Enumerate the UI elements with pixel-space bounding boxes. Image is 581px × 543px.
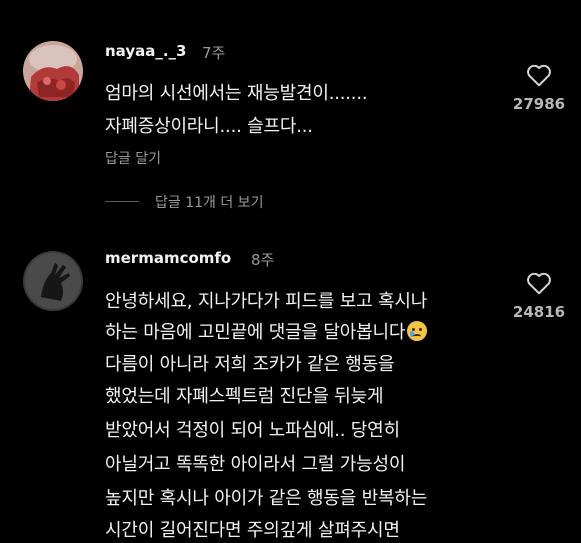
heart-outline-icon (527, 272, 551, 295)
comment-username[interactable]: mermamcomfo (105, 249, 231, 267)
comment-item: mermamcomfo 8주 안녕하세요, 지나가다가 피드를 보고 혹시나 하… (0, 0, 581, 543)
avatar[interactable] (23, 251, 83, 311)
like-button[interactable]: 24816 (509, 271, 569, 321)
comment-text-line: 안녕하세요, 지나가다가 피드를 보고 혹시나 (105, 291, 428, 312)
comment-text-line: 시간이 길어진다면 주의깊게 살펴주시면 (105, 520, 400, 541)
comment-text-line: 다름이 아니라 저희 조카가 같은 행동을 (105, 354, 395, 375)
comment-text-line: 받았어서 걱정이 되어 노파심에.. 당연히 (105, 420, 400, 441)
comment-time: 8주 (251, 251, 275, 269)
comment-text-line: 하는 마음에 고민끝에 댓글을 달아봅니다 (105, 318, 428, 344)
user-avatar-icon (23, 251, 83, 311)
comment-text-line: 아닐거고 똑똑한 아이라서 그럴 가능성이 (105, 454, 406, 475)
comment-text-line: 했었는데 자폐스펙트럼 진단을 뒤늦게 (105, 386, 384, 407)
comment-text-line: 높지만 혹시나 아이가 같은 행동을 반복하는 (105, 488, 428, 509)
like-count: 24816 (512, 303, 566, 321)
comment-text-segment: 하는 마음에 고민끝에 댓글을 달아봅니다 (105, 322, 406, 343)
crying-face-emoji-icon (407, 321, 428, 341)
